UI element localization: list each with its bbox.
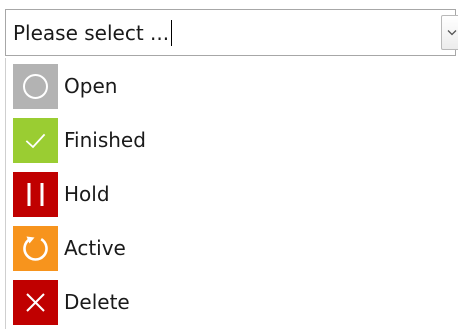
option-active[interactable]: Active (12, 226, 452, 273)
dropdown-button[interactable] (441, 15, 458, 50)
chevron-down-icon (447, 30, 457, 36)
option-label: Open (64, 74, 118, 98)
pause-icon (13, 172, 58, 217)
option-label: Delete (64, 290, 130, 314)
option-open[interactable]: Open (12, 64, 452, 111)
option-finished[interactable]: Finished (12, 118, 452, 165)
option-label: Hold (64, 182, 110, 206)
select-placeholder: Please select ... (13, 21, 170, 45)
checkmark-icon (13, 118, 58, 163)
close-icon (13, 280, 58, 325)
dropdown-list: Open Finished Hold Active Delete (5, 58, 456, 329)
refresh-icon (13, 226, 58, 271)
text-caret (171, 19, 173, 46)
circle-icon (13, 64, 58, 109)
option-hold[interactable]: Hold (12, 172, 452, 219)
option-label: Finished (64, 128, 146, 152)
select-input[interactable]: Please select ... (13, 10, 173, 55)
status-select[interactable]: Please select ... (5, 9, 458, 56)
option-label: Active (64, 236, 126, 260)
option-delete[interactable]: Delete (12, 280, 452, 327)
